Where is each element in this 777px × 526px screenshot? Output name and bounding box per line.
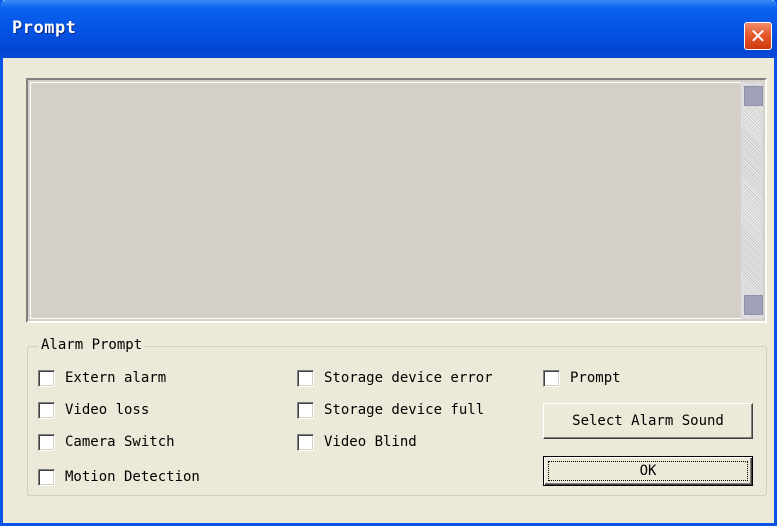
scroll-up-button[interactable]	[744, 86, 763, 106]
select-alarm-sound-label: Select Alarm Sound	[572, 413, 724, 429]
checkbox-video-blind[interactable]: Video Blind	[297, 432, 417, 452]
video-loss-checkbox[interactable]	[38, 401, 55, 419]
prompt-label: Prompt	[570, 370, 621, 386]
checkbox-storage-device-error[interactable]: Storage device error	[297, 368, 493, 388]
select-alarm-sound-button[interactable]: Select Alarm Sound	[543, 403, 753, 439]
scroll-down-button[interactable]	[744, 295, 763, 315]
motion-detection-label: Motion Detection	[65, 469, 200, 485]
window-title: Prompt	[12, 18, 77, 38]
alarm-prompt-group-label: Alarm Prompt	[38, 337, 146, 353]
storage-device-full-checkbox[interactable]	[297, 401, 314, 419]
video-blind-checkbox[interactable]	[297, 433, 314, 451]
ok-focus-rect	[548, 461, 748, 481]
prompt-checkbox[interactable]	[543, 369, 560, 387]
storage-device-error-checkbox[interactable]	[297, 369, 314, 387]
checkbox-motion-detection[interactable]: Motion Detection	[38, 467, 200, 487]
extern-alarm-checkbox[interactable]	[38, 369, 55, 387]
storage-device-error-label: Storage device error	[324, 370, 493, 386]
camera-switch-checkbox[interactable]	[38, 433, 55, 451]
vertical-scrollbar[interactable]	[741, 82, 763, 319]
checkbox-storage-device-full[interactable]: Storage device full	[297, 400, 484, 420]
video-blind-label: Video Blind	[324, 434, 417, 450]
checkbox-video-loss[interactable]: Video loss	[38, 400, 149, 420]
close-icon: ✕	[749, 24, 767, 48]
storage-device-full-label: Storage device full	[324, 402, 485, 418]
alarm-message-list[interactable]	[26, 78, 767, 323]
title-bar[interactable]: Prompt ✕	[0, 0, 777, 58]
checkbox-prompt[interactable]: Prompt	[543, 368, 621, 388]
extern-alarm-label: Extern alarm	[65, 370, 167, 386]
alarm-message-list-area	[30, 82, 763, 319]
checkbox-camera-switch[interactable]: Camera Switch	[38, 432, 175, 452]
close-button[interactable]: ✕	[744, 22, 772, 50]
video-loss-label: Video loss	[65, 402, 150, 418]
camera-switch-label: Camera Switch	[65, 434, 175, 450]
checkbox-extern-alarm[interactable]: Extern alarm	[38, 368, 166, 388]
motion-detection-checkbox[interactable]	[38, 468, 55, 486]
ok-button[interactable]: OK	[543, 456, 753, 486]
